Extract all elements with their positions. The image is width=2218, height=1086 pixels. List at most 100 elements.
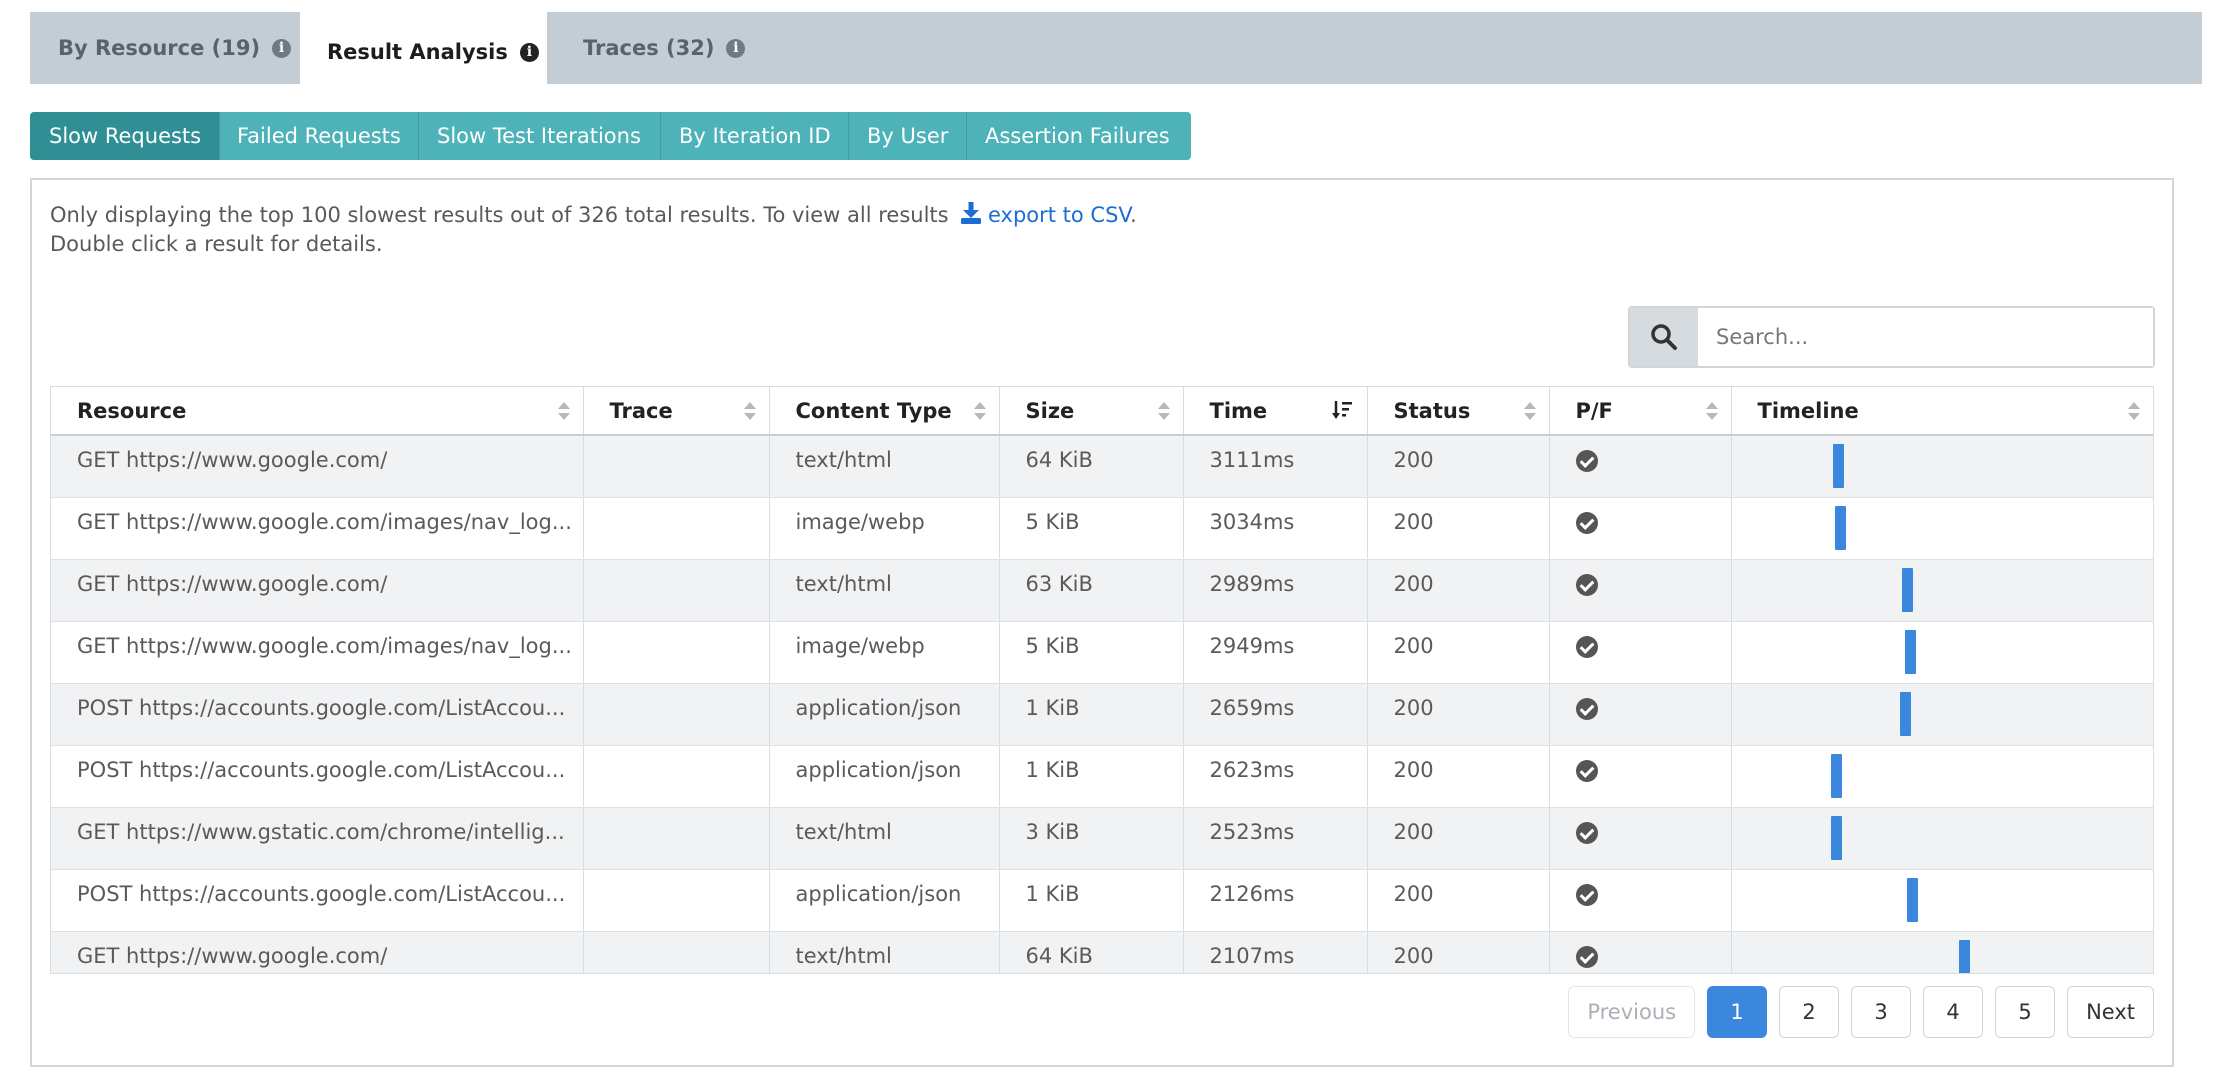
table-row[interactable]: POST https://accounts.google.com/ListAcc… bbox=[51, 869, 2153, 932]
column-header-label: Time bbox=[1209, 398, 1268, 423]
column-header-label: Content Type bbox=[795, 398, 952, 423]
column-header-label: Trace bbox=[609, 398, 673, 423]
previous-page-button[interactable]: Previous bbox=[1568, 986, 1696, 1038]
column-header-time[interactable]: Time bbox=[1183, 387, 1368, 436]
subtab-by-iteration-id[interactable]: By Iteration ID bbox=[661, 112, 849, 160]
cell-status: 200 bbox=[1367, 683, 1550, 746]
subtab-slow-test-iterations[interactable]: Slow Test Iterations bbox=[419, 112, 661, 160]
cell-resource: GET https://www.google.com/ bbox=[51, 559, 584, 622]
subtab-by-user-label: By User bbox=[867, 124, 949, 148]
page-button-2[interactable]: 2 bbox=[1779, 986, 1840, 1038]
cell-time: 2989ms bbox=[1183, 559, 1368, 622]
page-button-5[interactable]: 5 bbox=[1995, 986, 2056, 1038]
cell-time: 3034ms bbox=[1183, 497, 1368, 560]
cell-size: 1 KiB bbox=[999, 683, 1184, 746]
subtab-by-iteration-id-label: By Iteration ID bbox=[679, 124, 831, 148]
table-row[interactable]: GET https://www.google.com/images/nav_lo… bbox=[51, 497, 2153, 560]
tab-by-resource-label: By Resource (19) bbox=[58, 36, 261, 60]
column-header-content-type[interactable]: Content Type bbox=[769, 387, 1000, 436]
column-header-trace[interactable]: Trace bbox=[583, 387, 770, 436]
cell-size: 63 KiB bbox=[999, 559, 1184, 622]
cell-time: 2949ms bbox=[1183, 621, 1368, 684]
results-table: Resource Trace Content Type Size Time Status P… bbox=[51, 387, 2153, 973]
column-header-resource[interactable]: Resource bbox=[51, 387, 584, 436]
info-icon[interactable]: i bbox=[272, 38, 292, 58]
cell-trace bbox=[583, 745, 770, 808]
subtab-assertion-failures-label: Assertion Failures bbox=[985, 124, 1170, 148]
pass-check-icon bbox=[1575, 697, 1598, 720]
cell-status: 200 bbox=[1367, 807, 1550, 870]
cell-trace bbox=[583, 435, 770, 498]
pass-check-icon bbox=[1575, 821, 1598, 844]
cell-time: 2126ms bbox=[1183, 869, 1368, 932]
export-csv-link[interactable]: export to CSV bbox=[955, 202, 1130, 227]
cell-resource: POST https://accounts.google.com/ListAcc… bbox=[51, 869, 584, 932]
subtab-slow-requests[interactable]: Slow Requests bbox=[30, 112, 220, 160]
results-info-prefix: Only displaying the top 100 slowest resu… bbox=[50, 203, 949, 227]
cell-status: 200 bbox=[1367, 435, 1550, 498]
tab-by-resource[interactable]: By Resource (19) i bbox=[30, 12, 300, 84]
column-header-size[interactable]: Size bbox=[999, 387, 1184, 436]
cell-content-type: text/html bbox=[769, 931, 1000, 973]
cell-timeline bbox=[1731, 559, 2153, 622]
cell-time: 2659ms bbox=[1183, 683, 1368, 746]
cell-timeline bbox=[1731, 931, 2153, 973]
column-header-timeline[interactable]: Timeline bbox=[1731, 387, 2153, 436]
results-table-container[interactable]: Resource Trace Content Type Size Time Status P… bbox=[50, 386, 2154, 974]
cell-timeline bbox=[1731, 745, 2153, 808]
cell-size: 64 KiB bbox=[999, 435, 1184, 498]
cell-size: 5 KiB bbox=[999, 621, 1184, 684]
timeline-bar bbox=[1830, 753, 1842, 798]
sort-icon bbox=[973, 402, 986, 420]
top-tab-bar: By Resource (19) i Result Analysis i Tra… bbox=[30, 12, 2202, 92]
cell-timeline bbox=[1731, 807, 2153, 870]
cell-resource: GET https://www.gstatic.com/chrome/intel… bbox=[51, 807, 584, 870]
search-icon bbox=[1651, 324, 1677, 350]
page-button-1[interactable]: 1 bbox=[1707, 986, 1768, 1038]
cell-size: 64 KiB bbox=[999, 931, 1184, 973]
table-row[interactable]: GET https://www.google.com/text/html 64 K… bbox=[51, 435, 2153, 498]
next-page-button[interactable]: Next bbox=[2067, 986, 2154, 1038]
column-header-p-f[interactable]: P/F bbox=[1549, 387, 1732, 436]
timeline-bar bbox=[1959, 939, 1971, 973]
cell-status: 200 bbox=[1367, 497, 1550, 560]
cell-content-type: application/json bbox=[769, 683, 1000, 746]
cell-size: 1 KiB bbox=[999, 745, 1184, 808]
pass-check-icon bbox=[1575, 759, 1598, 782]
table-row[interactable]: POST https://accounts.google.com/ListAcc… bbox=[51, 683, 2153, 746]
cell-pf bbox=[1549, 869, 1732, 932]
cell-pf bbox=[1549, 559, 1732, 622]
cell-timeline bbox=[1731, 435, 2153, 498]
info-icon[interactable]: i bbox=[726, 38, 746, 58]
table-row[interactable]: GET https://www.google.com/images/nav_lo… bbox=[51, 621, 2153, 684]
subtab-by-user[interactable]: By User bbox=[849, 112, 967, 160]
table-row[interactable]: GET https://www.gstatic.com/chrome/intel… bbox=[51, 807, 2153, 870]
cell-time: 2107ms bbox=[1183, 931, 1368, 973]
cell-status: 200 bbox=[1367, 869, 1550, 932]
subtab-assertion-failures[interactable]: Assertion Failures bbox=[967, 112, 1191, 160]
sort-icon bbox=[557, 402, 570, 420]
timeline-bar bbox=[1832, 444, 1844, 488]
tab-traces[interactable]: Traces (32) i bbox=[547, 12, 777, 84]
cell-resource: GET https://www.google.com/images/nav_lo… bbox=[51, 621, 584, 684]
table-row[interactable]: GET https://www.google.com/text/html 64 K… bbox=[51, 931, 2153, 973]
column-header-label: Status bbox=[1393, 398, 1471, 423]
column-header-status[interactable]: Status bbox=[1367, 387, 1550, 436]
cell-status: 200 bbox=[1367, 621, 1550, 684]
page-button-3[interactable]: 3 bbox=[1851, 986, 1912, 1038]
page-button-4[interactable]: 4 bbox=[1923, 986, 1984, 1038]
table-row[interactable]: GET https://www.google.com/text/html 63 K… bbox=[51, 559, 2153, 622]
column-header-label: Timeline bbox=[1757, 398, 1859, 423]
pass-check-icon bbox=[1575, 450, 1598, 472]
timeline-bar bbox=[1906, 877, 1918, 922]
cell-trace bbox=[583, 497, 770, 560]
table-body: GET https://www.google.com/text/html 64 K… bbox=[51, 435, 2153, 973]
table-row[interactable]: POST https://accounts.google.com/ListAcc… bbox=[51, 745, 2153, 808]
search-input[interactable] bbox=[1698, 308, 2153, 366]
tab-result-analysis[interactable]: Result Analysis i bbox=[300, 12, 547, 92]
column-header-label: P/F bbox=[1575, 398, 1613, 423]
pass-check-icon bbox=[1575, 883, 1598, 906]
subtab-failed-requests[interactable]: Failed Requests bbox=[220, 112, 419, 160]
info-icon[interactable]: i bbox=[519, 42, 539, 62]
pass-check-icon bbox=[1575, 573, 1598, 596]
